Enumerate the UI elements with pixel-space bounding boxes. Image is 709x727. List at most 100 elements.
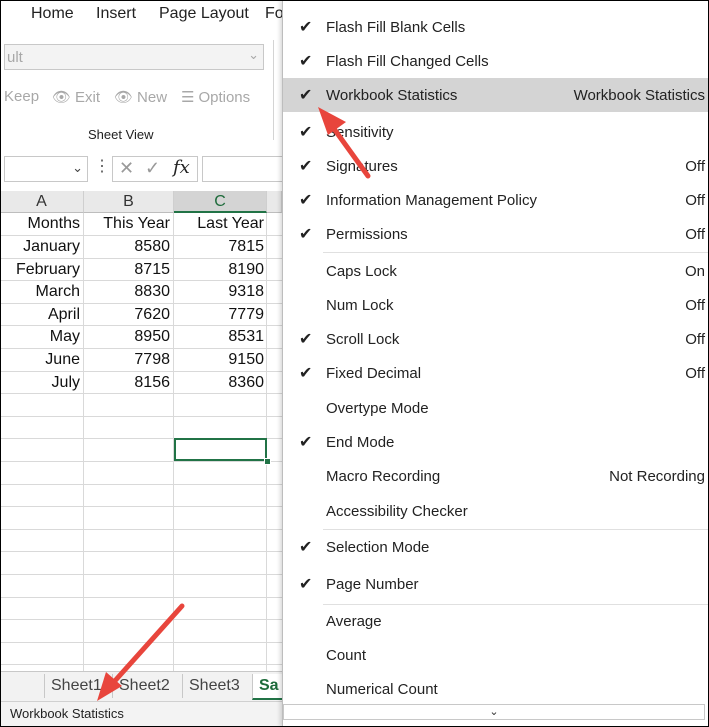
cell-header-months[interactable]: Months bbox=[0, 213, 80, 235]
checkmark-icon: ✔ bbox=[299, 158, 313, 175]
table-row-month[interactable]: May bbox=[0, 326, 80, 348]
gridline bbox=[0, 641, 282, 643]
tab-home[interactable]: Home bbox=[31, 5, 74, 23]
menu-item-count[interactable]: Count bbox=[283, 638, 709, 672]
menu-item-label: Workbook Statistics bbox=[326, 87, 458, 104]
menu-item-average[interactable]: Average bbox=[283, 604, 709, 638]
menu-item-caps-lock[interactable]: Caps Lock On bbox=[283, 254, 709, 288]
menu-separator bbox=[323, 252, 709, 253]
menu-scroll-down[interactable]: ⌄ bbox=[283, 704, 705, 720]
keep-label: Keep bbox=[4, 88, 40, 105]
menu-item-macro-recording[interactable]: Macro Recording Not Recording bbox=[283, 459, 709, 493]
table-row-this-year[interactable]: 8715 bbox=[84, 259, 170, 281]
gridline bbox=[0, 483, 282, 485]
menu-item-signatures[interactable]: ✔ Signatures Off bbox=[283, 149, 709, 183]
menu-item-page-number[interactable]: ✔ Page Number bbox=[283, 567, 709, 601]
checkmark-icon: ✔ bbox=[299, 226, 313, 243]
table-row-month[interactable]: June bbox=[0, 349, 80, 371]
menu-item-accessibility-checker[interactable]: Accessibility Checker bbox=[283, 494, 709, 528]
menu-item-label: Fixed Decimal bbox=[326, 365, 422, 382]
menu-item-selection-mode[interactable]: ✔ Selection Mode bbox=[283, 530, 709, 564]
menu-item-label: Permissions bbox=[326, 226, 408, 243]
column-header-a[interactable]: A bbox=[0, 191, 84, 213]
column-header-c[interactable]: C bbox=[174, 191, 267, 213]
menu-item-numerical-count[interactable]: Numerical Count bbox=[283, 672, 709, 706]
table-row-this-year[interactable]: 8156 bbox=[84, 372, 170, 394]
worksheet-grid[interactable]: A B C Months This Year Last Year January… bbox=[0, 191, 282, 671]
menu-item-information-management-policy[interactable]: ✔ Information Management Policy Off bbox=[283, 183, 709, 217]
menu-item-overtype-mode[interactable]: Overtype Mode bbox=[283, 391, 709, 425]
table-row-this-year[interactable]: 8580 bbox=[84, 236, 170, 258]
table-row-last-year[interactable]: 8190 bbox=[174, 259, 264, 281]
options-button[interactable]: ☰ Options bbox=[181, 88, 250, 106]
sheet-tab-1[interactable]: Sheet1 bbox=[44, 674, 108, 698]
table-row-this-year[interactable]: 8950 bbox=[84, 326, 170, 348]
table-row-this-year[interactable]: 7620 bbox=[84, 304, 170, 326]
menu-item-label: Signatures bbox=[326, 158, 398, 175]
menu-item-label: Flash Fill Blank Cells bbox=[326, 19, 466, 36]
tab-page-layout[interactable]: Page Layout bbox=[159, 5, 249, 23]
menu-item-permissions[interactable]: ✔ Permissions Off bbox=[283, 217, 709, 251]
table-row-month[interactable]: February bbox=[0, 259, 80, 281]
table-row-last-year[interactable]: 8360 bbox=[174, 372, 264, 394]
active-cell-selection[interactable] bbox=[174, 438, 267, 461]
status-workbook-statistics[interactable]: Workbook Statistics bbox=[10, 706, 124, 721]
insert-function-icon[interactable]: fx bbox=[173, 157, 190, 178]
cell-header-last-year[interactable]: Last Year bbox=[174, 213, 264, 235]
fill-handle[interactable] bbox=[264, 458, 271, 465]
table-row-last-year[interactable]: 9318 bbox=[174, 281, 264, 303]
menu-item-workbook-statistics[interactable]: ✔ Workbook Statistics Workbook Statistics bbox=[283, 78, 709, 112]
menu-item-flash-fill-changed-cells[interactable]: ✔ Flash Fill Changed Cells bbox=[283, 44, 709, 78]
menu-item-fixed-decimal[interactable]: ✔ Fixed Decimal Off bbox=[283, 356, 709, 390]
exit-button[interactable]: 👁 Exit bbox=[52, 88, 100, 106]
menu-item-sensitivity[interactable]: ✔ Sensitivity bbox=[283, 115, 709, 149]
sheet-view-select[interactable]: ult ⌄ bbox=[4, 44, 264, 70]
table-row-month[interactable]: April bbox=[0, 304, 80, 326]
menu-item-value: Off bbox=[685, 331, 705, 348]
list-icon: ☰ bbox=[181, 89, 195, 106]
gridline bbox=[0, 664, 282, 666]
menu-item-scroll-lock[interactable]: ✔ Scroll Lock Off bbox=[283, 322, 709, 356]
checkmark-icon: ✔ bbox=[299, 53, 313, 70]
menu-item-end-mode[interactable]: ✔ End Mode bbox=[283, 425, 709, 459]
tab-insert[interactable]: Insert bbox=[96, 5, 136, 23]
column-header-b[interactable]: B bbox=[84, 191, 174, 213]
sheet-tab-3[interactable]: Sheet3 bbox=[182, 674, 246, 698]
sheet-view-group-label: Sheet View bbox=[88, 127, 154, 142]
new-button[interactable]: 👁 New bbox=[114, 88, 167, 106]
menu-item-value: Off bbox=[685, 192, 705, 209]
table-row-this-year[interactable]: 7798 bbox=[84, 349, 170, 371]
status-bar[interactable]: Workbook Statistics bbox=[0, 701, 282, 726]
menu-item-label: Accessibility Checker bbox=[326, 503, 468, 520]
formula-buttons: ✕ ✓ fx bbox=[112, 156, 198, 182]
table-row-month[interactable]: January bbox=[0, 236, 80, 258]
table-row-last-year[interactable]: 9150 bbox=[174, 349, 264, 371]
column-header-d[interactable] bbox=[267, 191, 282, 213]
more-options-icon[interactable]: ⋮ bbox=[94, 158, 110, 176]
table-row-month[interactable]: March bbox=[0, 281, 80, 303]
menu-item-label: End Mode bbox=[326, 434, 395, 451]
name-box[interactable]: ⌄ bbox=[4, 156, 88, 182]
tab-formulas[interactable]: Fo bbox=[265, 5, 284, 23]
menu-item-label: Information Management Policy bbox=[326, 192, 537, 209]
ribbon-tab-bar: Home Insert Page Layout Fo bbox=[0, 0, 290, 30]
chevron-down-icon[interactable]: ⌄ bbox=[72, 160, 83, 176]
menu-item-num-lock[interactable]: Num Lock Off bbox=[283, 288, 709, 322]
formula-bar: ⌄ ⋮ ✕ ✓ fx bbox=[0, 150, 302, 190]
gridline bbox=[0, 528, 282, 530]
table-row-last-year[interactable]: 7815 bbox=[174, 236, 264, 258]
menu-item-value: Off bbox=[685, 226, 705, 243]
table-row-last-year[interactable]: 8531 bbox=[174, 326, 264, 348]
keep-button[interactable]: Keep bbox=[4, 88, 39, 105]
gridline bbox=[0, 415, 282, 417]
menu-item-label: Average bbox=[326, 613, 382, 630]
cell-header-this-year[interactable]: This Year bbox=[84, 213, 170, 235]
table-row-month[interactable]: July bbox=[0, 372, 80, 394]
checkmark-icon[interactable]: ✓ bbox=[145, 158, 160, 179]
table-row-this-year[interactable]: 8830 bbox=[84, 281, 170, 303]
sheet-tab-active[interactable]: Sa bbox=[252, 674, 285, 700]
table-row-last-year[interactable]: 7779 bbox=[174, 304, 264, 326]
menu-item-flash-fill-blank-cells[interactable]: ✔ Flash Fill Blank Cells bbox=[283, 10, 709, 44]
sheet-tab-2[interactable]: Sheet2 bbox=[112, 674, 176, 698]
cancel-icon[interactable]: ✕ bbox=[119, 158, 134, 179]
